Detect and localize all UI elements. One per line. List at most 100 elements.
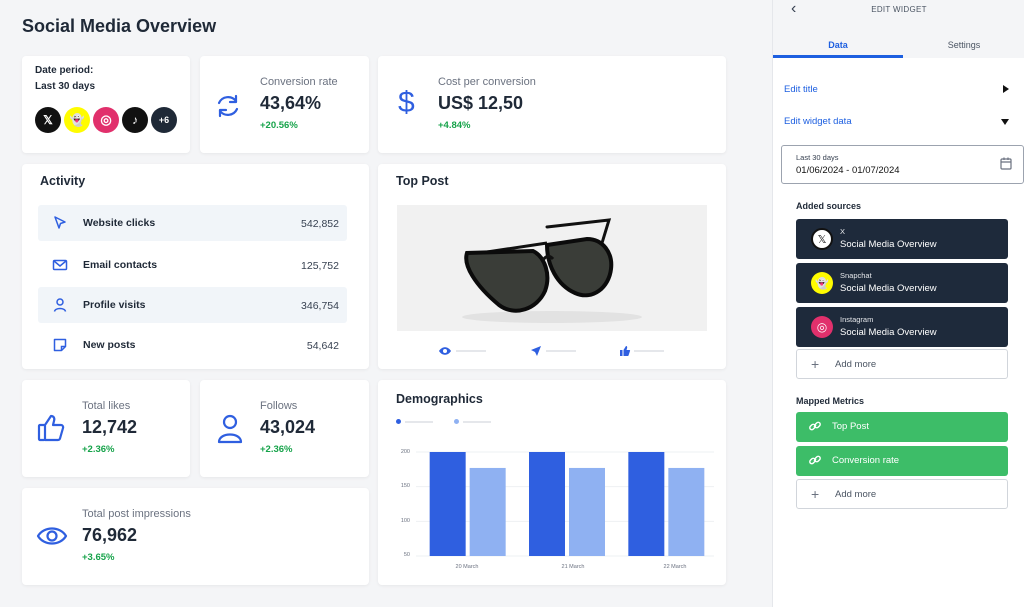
page-title: Social Media Overview <box>22 16 217 36</box>
more-networks-badge[interactable]: +6 <box>151 107 177 133</box>
dashboard-main: Social Media Overview Date period: Last … <box>0 0 772 607</box>
total-likes-label: Total likes <box>82 400 131 412</box>
impressions-change: +3.65% <box>82 552 115 563</box>
activity-row[interactable]: Profile visits 346,754 <box>38 287 347 323</box>
plus-icon: + <box>811 356 820 372</box>
note-icon <box>53 338 67 352</box>
cost-per-conversion-label: Cost per conversion <box>438 76 536 88</box>
top-post-title: Top Post <box>396 174 449 188</box>
date-range-caption: Last 30 days <box>796 153 839 162</box>
bar-series-2[interactable] <box>668 467 705 556</box>
follows-card[interactable]: Follows 43,024 +2.36% <box>200 380 369 477</box>
demographics-card[interactable]: Demographics 200 150 100 50 20 March 21 … <box>378 380 726 585</box>
chevron-right-icon <box>1003 85 1009 93</box>
tab-active-underline <box>773 55 903 58</box>
cost-per-conversion-change: +4.84% <box>438 120 471 131</box>
mail-icon <box>52 259 68 271</box>
bar-series-1[interactable] <box>628 452 665 556</box>
date-range-field[interactable]: Last 30 days 01/06/2024 - 01/07/2024 <box>781 145 1024 184</box>
date-period-label: Date period: <box>35 65 94 76</box>
edit-widget-data-row[interactable]: Edit widget data <box>773 112 1024 132</box>
cursor-icon <box>54 216 66 229</box>
follows-change: +2.36% <box>260 444 293 455</box>
cost-per-conversion-card[interactable]: $ Cost per conversion US$ 12,50 +4.84% <box>378 56 726 153</box>
x-tick-label: 22 March <box>663 564 687 570</box>
source-item[interactable]: 👻 Snapchat Social Media Overview <box>796 263 1008 303</box>
follows-label: Follows <box>260 400 298 412</box>
thumbs-up-icon <box>620 346 631 356</box>
sunglasses-image <box>397 205 707 331</box>
activity-row-label: Website clicks <box>83 217 156 229</box>
date-period-card[interactable]: Date period: Last 30 days 𝕏 👻 ◎ ♪ +6 <box>22 56 190 153</box>
activity-row-label: New posts <box>83 339 136 351</box>
x-tick-label: 20 March <box>455 564 479 570</box>
source-name: Social Media Overview <box>840 283 937 294</box>
add-more-label: Add more <box>835 489 877 500</box>
activity-row-label: Email contacts <box>83 259 158 271</box>
tab-settings[interactable]: Settings <box>903 40 1024 50</box>
activity-card[interactable]: Activity Website clicks 542,852 Email co… <box>22 164 369 369</box>
mapped-metrics-label: Mapped Metrics <box>796 396 865 406</box>
source-item[interactable]: 𝕏 X Social Media Overview <box>796 219 1008 259</box>
activity-row[interactable]: New posts 54,642 <box>38 327 347 363</box>
activity-row[interactable]: Email contacts 125,752 <box>38 247 347 283</box>
follows-value: 43,024 <box>260 417 316 437</box>
stat-bar <box>634 350 664 352</box>
bar-series-2[interactable] <box>469 467 506 556</box>
bar-series-2[interactable] <box>569 467 605 556</box>
demographics-chart: 200 150 100 50 20 March 21 March 22 Marc… <box>386 446 716 576</box>
total-likes-change: +2.36% <box>82 444 115 455</box>
thumbs-up-icon <box>37 414 65 442</box>
conversion-rate-change: +20.56% <box>260 120 298 131</box>
instagram-logo-icon: ◎ <box>93 107 119 133</box>
activity-row-value: 542,852 <box>301 218 339 230</box>
x-logo-icon: 𝕏 <box>35 107 61 133</box>
mapped-metric-item[interactable]: Top Post <box>796 412 1008 442</box>
user-icon <box>217 414 243 444</box>
x-tick-label: 21 March <box>561 564 585 570</box>
instagram-logo-icon: ◎ <box>811 316 833 338</box>
activity-row-value: 54,642 <box>306 340 339 352</box>
bar-chart-svg <box>416 451 714 557</box>
mapped-metric-item[interactable]: Conversion rate <box>796 446 1008 476</box>
top-post-card[interactable]: Top Post <box>378 164 726 369</box>
source-name: Social Media Overview <box>840 239 937 250</box>
add-source-button[interactable]: + Add more <box>796 349 1008 379</box>
edit-widget-data-label: Edit widget data <box>784 116 852 127</box>
legend-dot <box>454 419 459 424</box>
panel-title: EDIT WIDGET <box>871 5 927 14</box>
tab-data[interactable]: Data <box>773 40 903 50</box>
impressions-label: Total post impressions <box>82 508 191 520</box>
date-period-value: Last 30 days <box>35 81 96 92</box>
total-likes-value: 12,742 <box>82 417 138 437</box>
legend-dot <box>396 419 401 424</box>
edit-title-row[interactable]: Edit title <box>773 80 1024 100</box>
cost-per-conversion-value: US$ 12,50 <box>438 93 524 113</box>
user-icon <box>53 298 67 312</box>
link-icon <box>809 421 821 431</box>
date-range-value: 01/06/2024 - 01/07/2024 <box>796 165 900 176</box>
calendar-icon[interactable] <box>1000 157 1012 170</box>
bar-series-1[interactable] <box>529 452 565 556</box>
chevron-down-icon <box>1001 119 1009 125</box>
eye-icon <box>36 527 68 545</box>
source-name: Social Media Overview <box>840 327 937 338</box>
panel-header: ‹ EDIT WIDGET Data Settings <box>773 0 1024 58</box>
impressions-value: 76,962 <box>82 525 138 545</box>
mapped-metric-label: Top Post <box>832 421 869 432</box>
plus-icon: + <box>811 486 820 502</box>
source-item[interactable]: ◎ Instagram Social Media Overview <box>796 307 1008 347</box>
snapchat-logo-icon: 👻 <box>64 107 90 133</box>
legend-line <box>405 421 433 423</box>
legend-line <box>463 421 491 423</box>
add-metric-button[interactable]: + Add more <box>796 479 1008 509</box>
conversion-rate-value: 43,64% <box>260 93 322 113</box>
activity-title: Activity <box>40 174 86 188</box>
bar-series-1[interactable] <box>429 452 466 556</box>
activity-row[interactable]: Website clicks 542,852 <box>38 205 347 241</box>
total-likes-card[interactable]: Total likes 12,742 +2.36% <box>22 380 190 477</box>
snapchat-logo-icon: 👻 <box>811 272 833 294</box>
impressions-card[interactable]: Total post impressions 76,962 +3.65% <box>22 488 369 585</box>
edit-title-label: Edit title <box>784 84 818 95</box>
conversion-rate-card[interactable]: Conversion rate 43,64% +20.56% <box>200 56 369 153</box>
